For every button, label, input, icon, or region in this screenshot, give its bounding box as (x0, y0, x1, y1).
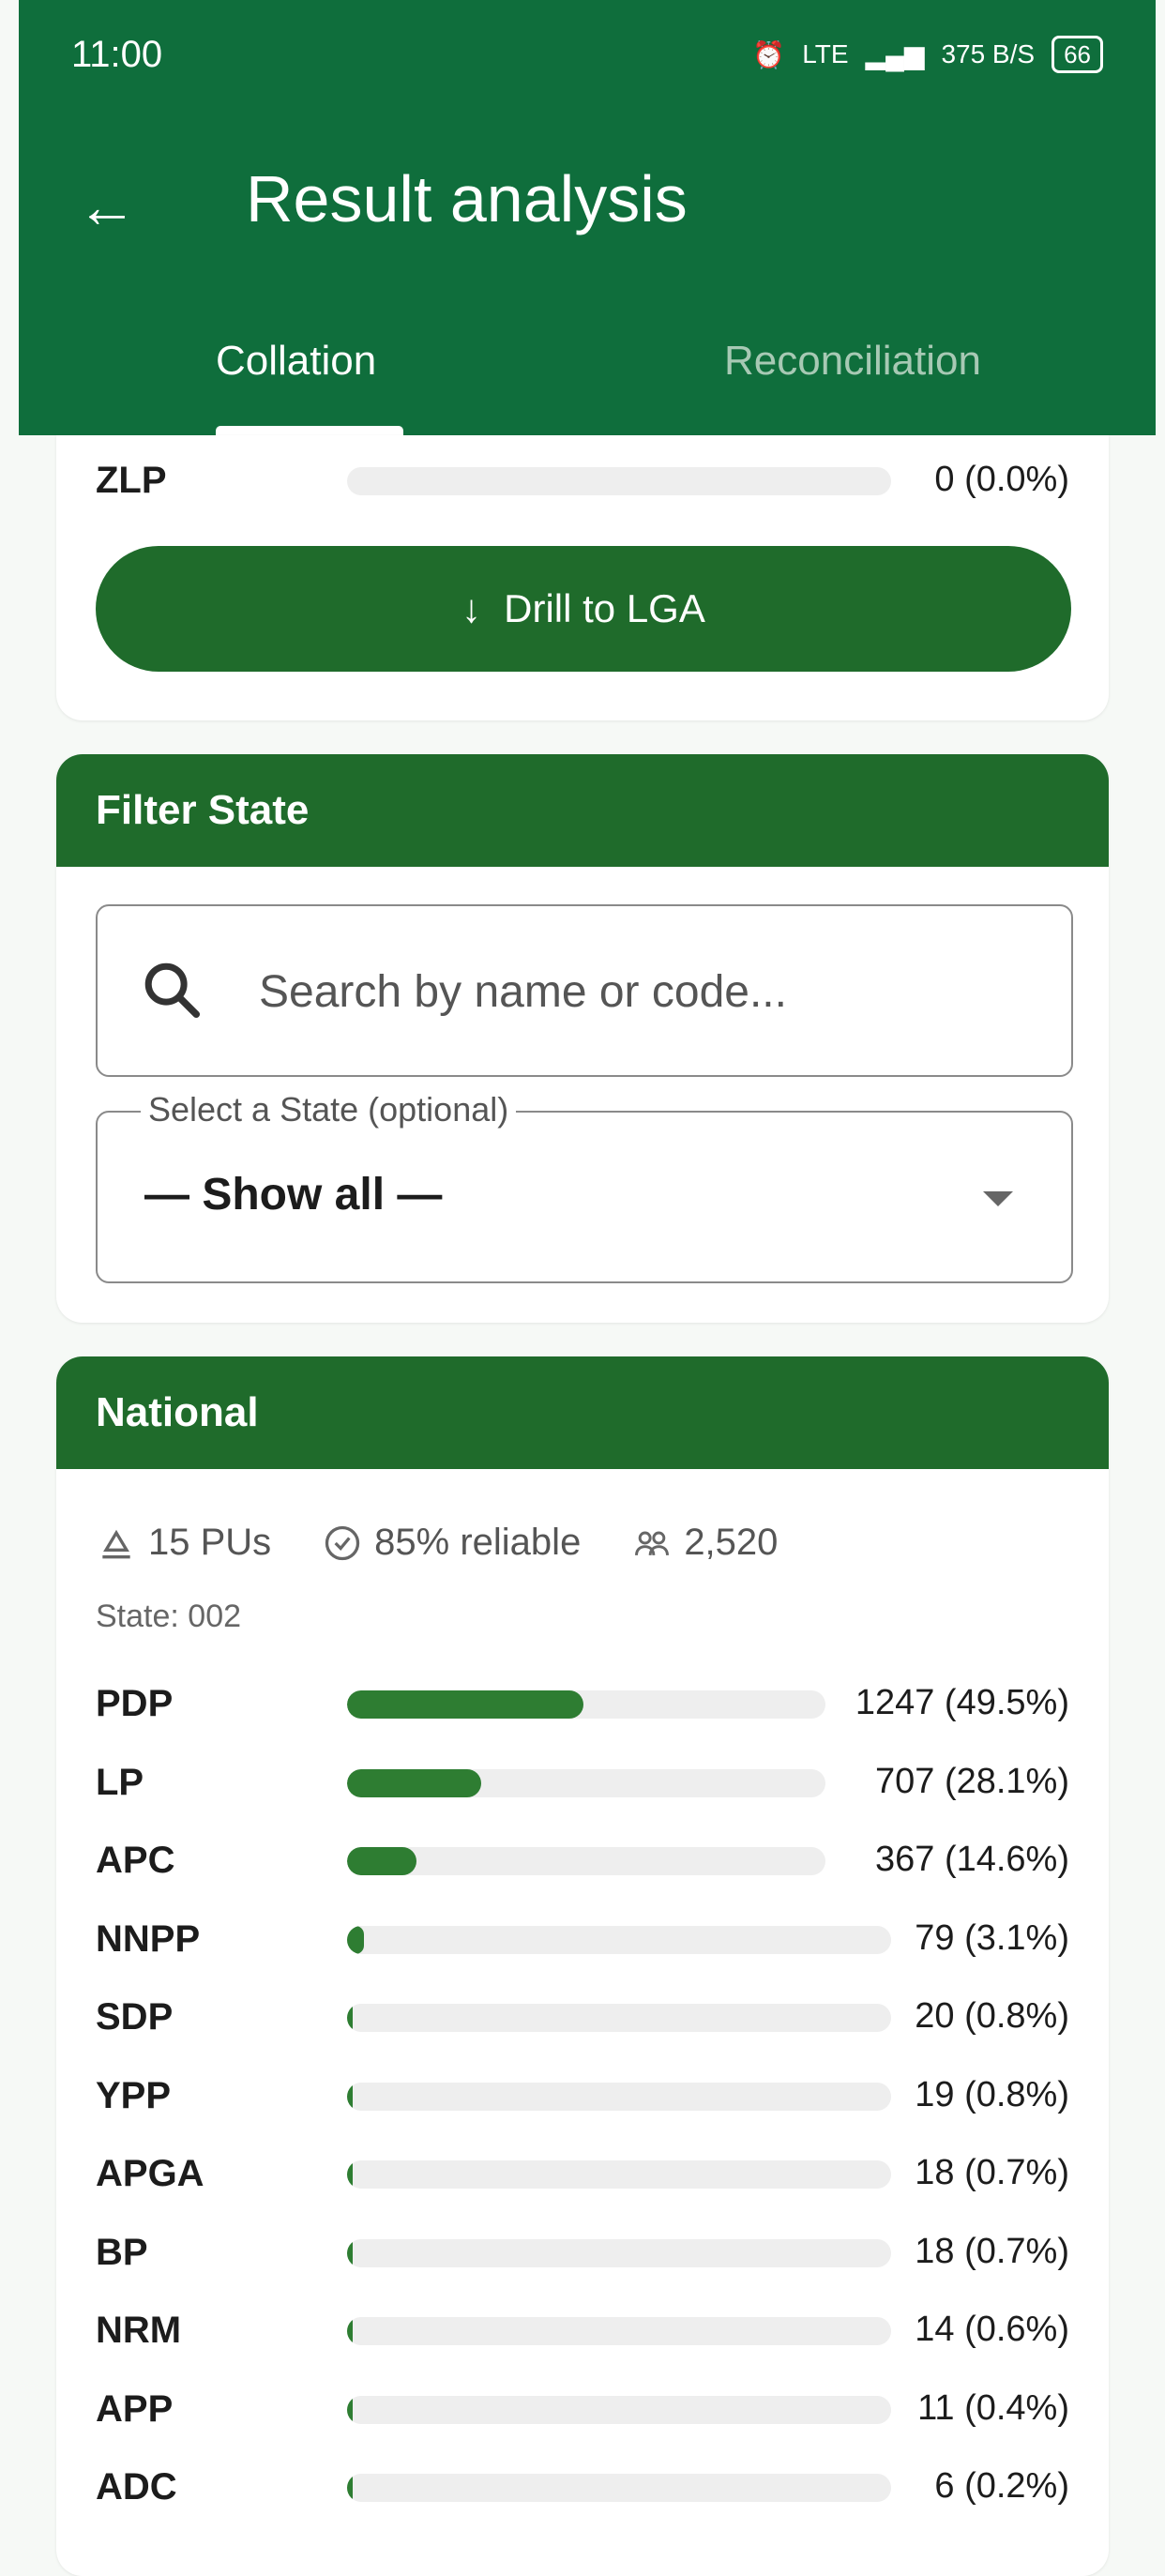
page-title: Result analysis (246, 162, 688, 235)
party-bar-fill (347, 2082, 353, 2111)
network-indicator: LTE (802, 39, 849, 68)
select-value: — Show all — (144, 1170, 443, 1220)
party-value: 11 (0.4%) (917, 2387, 1069, 2428)
party-bar-fill (347, 1925, 364, 1954)
party-bar-track (347, 2082, 891, 2111)
status-icons: ⏰ LTE ▂▄▆ 375 B/S 66 (752, 36, 1103, 73)
reliability-stat: 85% reliable (322, 1522, 581, 1564)
party-row: YPP 19 (0.8%) (96, 2069, 1069, 2126)
party-row: SDP 20 (0.8%) (96, 1991, 1069, 2047)
arrow-down-icon: ↓ (461, 586, 482, 630)
party-bar-fill (347, 1690, 584, 1719)
battery-indicator: 66 (1052, 36, 1103, 73)
alarm-icon: ⏰ (752, 39, 786, 69)
voters-stat: 2,520 (631, 1522, 778, 1564)
national-card-title: National (56, 1356, 1109, 1469)
party-name: APP (96, 2387, 174, 2430)
pus-stat: 15 PUs (96, 1522, 271, 1564)
drill-button-label: Drill to LGA (504, 586, 705, 630)
people-icon (635, 1531, 670, 1555)
party-bar-fill (347, 2238, 353, 2267)
party-bar-track (347, 2160, 891, 2189)
party-row: NNPP 79 (3.1%) (96, 1913, 1069, 1969)
party-row: ZLP 0 (0.0%) (96, 454, 1069, 510)
party-bar-fill (347, 2317, 353, 2345)
party-bar-track (347, 2474, 891, 2502)
party-bar-track (347, 2395, 891, 2424)
pus-count: 15 PUs (148, 1522, 272, 1563)
party-bar-track (347, 1690, 825, 1719)
party-bar-fill (347, 1847, 417, 1875)
state-select[interactable]: Select a State (optional) — Show all — (96, 1090, 1073, 1283)
back-arrow-icon[interactable]: ← (77, 164, 161, 249)
tab-reconciliation[interactable]: Reconciliation (724, 338, 981, 385)
voters-count: 2,520 (684, 1522, 779, 1563)
status-time: 11:00 (71, 34, 163, 75)
party-row: NRM 14 (0.6%) (96, 2304, 1069, 2360)
party-value: 1247 (49.5%) (855, 1683, 1069, 1722)
party-bar-track (347, 1768, 825, 1797)
party-bar-track (347, 1847, 825, 1875)
network-speed: 375 B/S (941, 39, 1036, 68)
active-tab-indicator (216, 426, 403, 435)
party-value: 367 (14.6%) (874, 1840, 1069, 1879)
party-bar-fill (347, 2004, 353, 2032)
party-row: APGA 18 (0.7%) (96, 2147, 1069, 2204)
search-icon (144, 962, 201, 1019)
party-bar-track (347, 1925, 891, 1954)
party-value: 20 (0.8%) (915, 1996, 1069, 2036)
party-value: 707 (28.1%) (874, 1761, 1069, 1801)
party-bar-track (347, 2317, 891, 2345)
party-name: APGA (96, 2153, 204, 2194)
verified-badge-icon (325, 1525, 360, 1560)
party-bar-track (347, 467, 891, 495)
status-bar: 11:00 ⏰ LTE ▂▄▆ 375 B/S 66 (19, 0, 1156, 113)
tab-collation[interactable]: Collation (216, 338, 376, 385)
party-name: NRM (96, 2310, 182, 2351)
party-bar-fill (347, 2474, 353, 2502)
party-name: BP (96, 2231, 148, 2273)
party-name: YPP (96, 2074, 172, 2116)
select-label: Select a State (optional) (141, 1090, 517, 1129)
party-value: 0 (0.0%) (934, 460, 1069, 499)
state-code: State: 002 (96, 1599, 242, 1634)
filter-state-card: Filter State Select a State (optional) —… (56, 754, 1109, 1323)
party-row: LP 707 (28.1%) (96, 1756, 1069, 1812)
party-value: 18 (0.7%) (915, 2153, 1069, 2192)
party-value: 14 (0.6%) (915, 2310, 1069, 2349)
party-name: LP (96, 1761, 144, 1803)
national-results-card: National 15 PUs 85% reliable 2,520 State… (56, 1356, 1109, 2576)
previous-results-card: ZLP 0 (0.0%) ↓ Drill to LGA (56, 435, 1109, 720)
party-value: 6 (0.2%) (934, 2466, 1069, 2506)
search-field[interactable] (96, 904, 1073, 1077)
app-bar: ← Result analysis Collation Reconciliati… (19, 113, 1156, 435)
dropdown-caret-icon (983, 1191, 1013, 1206)
party-name: PDP (96, 1683, 174, 1724)
party-row: ADC 6 (0.2%) (96, 2461, 1069, 2517)
party-bar-track (347, 2238, 891, 2267)
filter-card-title: Filter State (56, 754, 1109, 867)
drill-to-lga-button[interactable]: ↓ Drill to LGA (96, 546, 1071, 672)
party-bar-fill (347, 2160, 353, 2189)
party-value: 18 (0.7%) (915, 2231, 1069, 2271)
search-input[interactable] (257, 953, 1030, 1030)
party-name: SDP (96, 1996, 174, 2038)
party-bar-fill (347, 1768, 482, 1797)
ballot-icon (102, 1529, 130, 1558)
party-row: PDP 1247 (49.5%) (96, 1677, 1069, 1734)
party-name: APC (96, 1840, 175, 1881)
party-row: APP 11 (0.4%) (96, 2383, 1069, 2439)
party-name: ZLP (96, 460, 167, 501)
party-name: ADC (96, 2466, 177, 2508)
signal-icon: ▂▄▆ (865, 39, 925, 69)
party-name: NNPP (96, 1917, 201, 1960)
party-value: 79 (3.1%) (915, 1917, 1069, 1958)
party-row: APC 367 (14.6%) (96, 1834, 1069, 1890)
party-row: BP 18 (0.7%) (96, 2226, 1069, 2282)
reliability-value: 85% reliable (374, 1522, 582, 1563)
party-bar-track (347, 2004, 891, 2032)
party-bar-fill (347, 2395, 353, 2424)
stats-row: 15 PUs 85% reliable 2,520 (96, 1522, 778, 1564)
party-value: 19 (0.8%) (915, 2074, 1069, 2114)
